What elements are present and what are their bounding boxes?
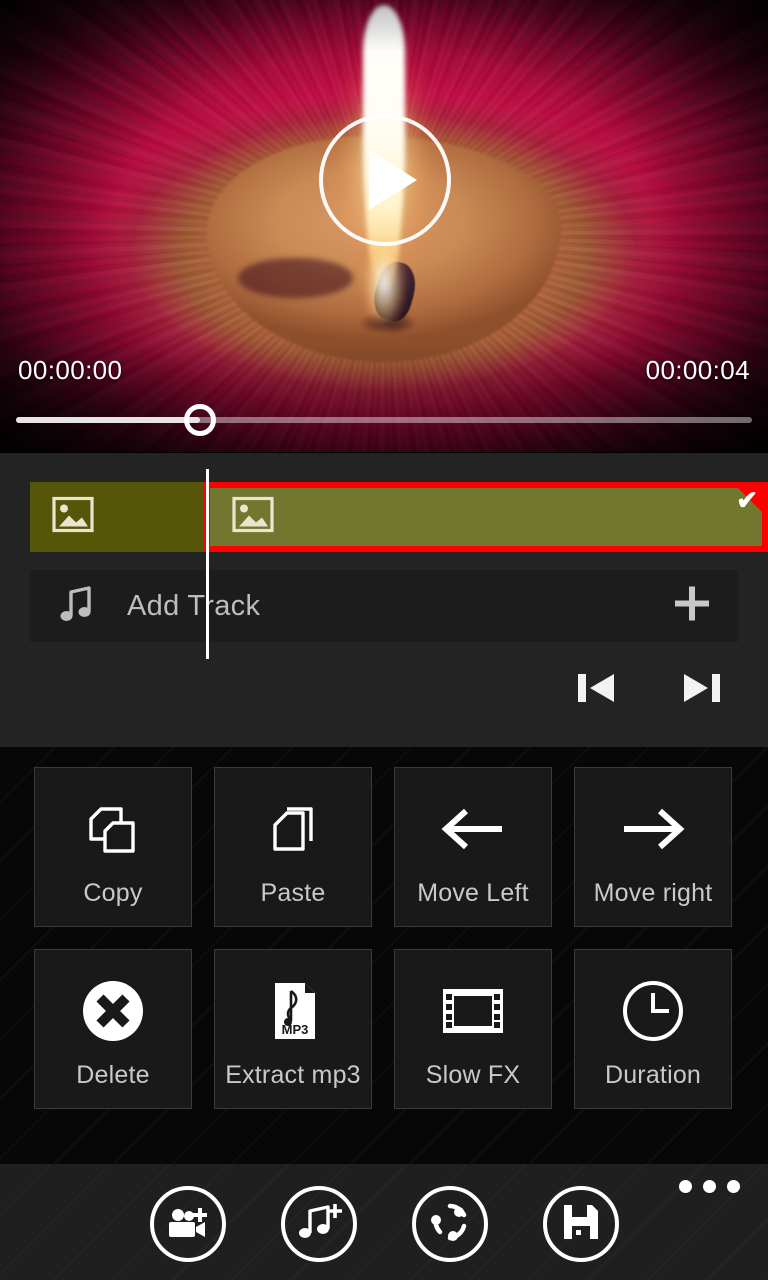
add-track-row[interactable]: Add Track	[30, 570, 738, 642]
appbar-buttons	[0, 1186, 768, 1262]
timeline-clip-1[interactable]	[30, 482, 204, 552]
move-left-label: Move Left	[417, 878, 529, 907]
floppy-disk-icon	[561, 1202, 601, 1247]
paste-label: Paste	[260, 878, 326, 907]
move-left-button[interactable]: Move Left	[394, 767, 552, 927]
film-strip-icon	[438, 969, 508, 1053]
slow-fx-label: Slow FX	[425, 1060, 521, 1089]
paste-icon	[261, 787, 325, 871]
total-time: 00:00:04	[645, 354, 750, 385]
copy-icon	[81, 787, 145, 871]
transition-button[interactable]	[411, 1186, 488, 1262]
video-camera-plus-icon	[165, 1202, 211, 1247]
duration-label: Duration	[604, 1060, 702, 1089]
clip-selected-check: ✔	[736, 485, 758, 515]
extract-mp3-button[interactable]: MP3 Extract mp3	[214, 949, 372, 1109]
time-row: 00:00:00 00:00:04	[0, 350, 768, 390]
delete-button[interactable]: Delete	[34, 949, 192, 1109]
video-preview[interactable]: 00:00:00 00:00:04	[0, 0, 768, 452]
music-note-plus-icon	[296, 1201, 342, 1248]
music-note-icon	[58, 584, 94, 629]
move-right-label: Move right	[593, 878, 713, 907]
seek-overlay: 00:00:00 00:00:04	[0, 340, 768, 452]
bottom-app-bar	[0, 1164, 768, 1280]
add-music-button[interactable]	[280, 1186, 357, 1262]
clip-selection-border: ✔	[204, 482, 768, 552]
action-grid: Copy Paste Move Left Move right Delete M…	[34, 767, 732, 1109]
plus-icon[interactable]	[670, 582, 714, 631]
extract-mp3-label: Extract mp3	[225, 1060, 361, 1089]
clock-icon	[619, 969, 687, 1053]
play-triangle	[369, 150, 417, 210]
skip-previous-icon[interactable]	[574, 668, 618, 713]
seek-slider[interactable]	[16, 404, 752, 436]
paste-button[interactable]: Paste	[214, 767, 372, 927]
timeline-panel: ✔ Add Track	[0, 452, 768, 747]
circular-arrows-icon	[428, 1200, 472, 1249]
duration-button[interactable]: Duration	[574, 949, 732, 1109]
seek-fill	[16, 417, 200, 423]
copy-button[interactable]: Copy	[34, 767, 192, 927]
save-button[interactable]	[542, 1186, 619, 1262]
image-icon	[232, 496, 274, 538]
timeline-nav	[574, 668, 724, 713]
clip-fill	[210, 488, 762, 546]
playhead[interactable]	[206, 469, 209, 659]
play-icon[interactable]	[319, 114, 451, 246]
arrow-left-icon	[438, 787, 508, 871]
delete-circle-x-icon	[79, 969, 147, 1053]
seek-handle[interactable]	[184, 404, 216, 436]
slow-fx-button[interactable]: Slow FX	[394, 949, 552, 1109]
timeline-clip-2[interactable]: ✔	[204, 482, 768, 552]
mp3-file-icon: MP3	[261, 969, 325, 1053]
copy-label: Copy	[83, 878, 143, 907]
skip-next-icon[interactable]	[680, 668, 724, 713]
add-track-label: Add Track	[127, 589, 261, 622]
current-time: 00:00:00	[18, 354, 123, 385]
arrow-right-icon	[618, 787, 688, 871]
move-right-button[interactable]: Move right	[574, 767, 732, 927]
action-grid-panel: Copy Paste Move Left Move right Delete M…	[0, 747, 768, 1164]
add-video-button[interactable]	[149, 1186, 226, 1262]
delete-label: Delete	[76, 1060, 150, 1089]
mp3-badge: MP3	[282, 1022, 309, 1037]
video-editor-screen: 00:00:00 00:00:04 ✔ Add Track Copy Paste…	[0, 0, 768, 1280]
image-icon	[52, 496, 94, 538]
